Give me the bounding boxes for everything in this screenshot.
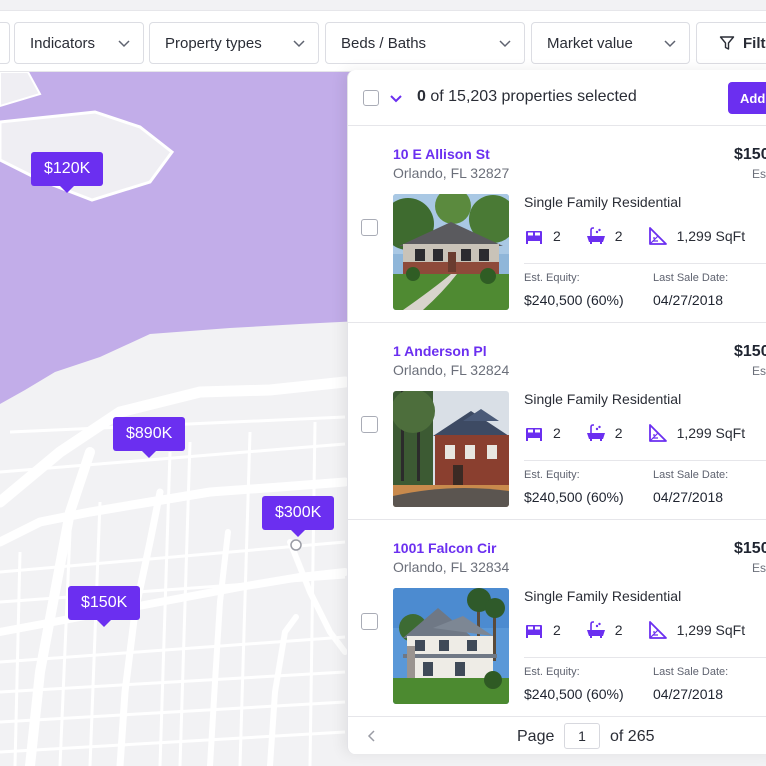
- selected-count: 0: [417, 88, 426, 105]
- filter-bar: Indicators Property types Beds / Baths M…: [0, 10, 766, 72]
- last-sale-value: 04/27/2018: [653, 292, 724, 308]
- listing-stats: 2 2 1,299 SqFt: [524, 423, 745, 443]
- beds-baths-label: Beds / Baths: [341, 34, 427, 52]
- filter-icon: [719, 36, 735, 50]
- listing-price: $150: [734, 343, 766, 360]
- indicators-dropdown[interactable]: Indicators: [14, 22, 144, 64]
- area-icon: [648, 424, 667, 442]
- map-marker-dot: [290, 539, 302, 551]
- card-divider: [524, 460, 766, 461]
- app-frame: $120K $890K $300K $150K Indicators Prope…: [0, 0, 766, 766]
- chevron-down-icon: [499, 40, 511, 48]
- listing-price: $150: [734, 146, 766, 163]
- chevron-down-icon: [118, 40, 130, 48]
- baths-count: 2: [614, 228, 623, 244]
- bath-icon: [586, 227, 605, 244]
- sqft-value: 1,299 SqFt: [676, 622, 746, 638]
- page-input[interactable]: 1: [564, 723, 600, 749]
- listing-city: Orlando, FL 32827: [393, 165, 510, 181]
- card-divider: [524, 263, 766, 264]
- listing-street[interactable]: 1 Anderson Pl: [393, 343, 487, 359]
- chevron-down-icon: [664, 40, 676, 48]
- baths-count: 2: [614, 425, 623, 441]
- equity-value: $240,500 (60%): [524, 292, 624, 308]
- listing-price-sub: Est: [752, 364, 766, 378]
- listing-city: Orlando, FL 32824: [393, 362, 510, 378]
- listing-checkbox[interactable]: [361, 219, 378, 236]
- bed-icon: [526, 428, 542, 441]
- listing-photo[interactable]: [393, 194, 509, 310]
- sqft-value: 1,299 SqFt: [676, 425, 746, 441]
- last-sale-value: 04/27/2018: [653, 686, 724, 702]
- bath-icon: [586, 424, 605, 441]
- listing-price-sub: Est: [752, 167, 766, 181]
- equity-value: $240,500 (60%): [524, 686, 624, 702]
- listing-price-sub: Est: [752, 561, 766, 575]
- selected-suffix: of 15,203 properties selected: [430, 88, 637, 105]
- filter-previous-partial[interactable]: [0, 22, 10, 64]
- listing-checkbox[interactable]: [361, 613, 378, 630]
- price-pin[interactable]: $890K: [113, 417, 186, 458]
- listing-card[interactable]: 10 E Allison St Orlando, FL 32827 $150 E…: [348, 126, 766, 323]
- equity-label: Est. Equity:: [524, 272, 580, 284]
- market-value-dropdown[interactable]: Market value: [531, 22, 690, 64]
- market-value-label: Market value: [547, 34, 633, 52]
- pagination: Page 1 of 265: [348, 716, 766, 754]
- selected-count-text: 0 of 15,203 properties selected: [417, 88, 637, 106]
- listing-property-type: Single Family Residential: [524, 391, 682, 407]
- listing-card[interactable]: 1 Anderson Pl Orlando, FL 32824 $150 Est: [348, 323, 766, 520]
- area-icon: [648, 621, 667, 639]
- last-sale-label: Last Sale Date:: [653, 666, 729, 678]
- indicators-label: Indicators: [30, 34, 96, 52]
- listing-photo[interactable]: [393, 588, 509, 704]
- price-pin[interactable]: $120K: [31, 152, 104, 193]
- card-divider: [524, 657, 766, 658]
- listing-stats: 2 2 1,299 SqFt: [524, 620, 745, 640]
- baths-count: 2: [614, 622, 623, 638]
- bed-icon: [526, 231, 542, 244]
- price-pin[interactable]: $300K: [262, 496, 335, 537]
- chevron-down-icon: [293, 40, 305, 48]
- listing-checkbox[interactable]: [361, 416, 378, 433]
- price-pin[interactable]: $150K: [68, 586, 141, 627]
- more-filters-label: Filte: [743, 34, 766, 52]
- listing-stats: 2 2 1,299 SqFt: [524, 226, 745, 246]
- results-panel: 0 of 15,203 properties selected Add t 10…: [347, 70, 766, 754]
- listing-photo[interactable]: [393, 391, 509, 507]
- last-sale-value: 04/27/2018: [653, 489, 724, 505]
- listing-street[interactable]: 10 E Allison St: [393, 146, 490, 162]
- property-types-dropdown[interactable]: Property types: [149, 22, 319, 64]
- listing-card[interactable]: 1001 Falcon Cir Orlando, FL 32834 $150 E…: [348, 520, 766, 717]
- last-sale-label: Last Sale Date:: [653, 469, 729, 481]
- bath-icon: [586, 621, 605, 638]
- beds-count: 2: [553, 622, 561, 638]
- beds-baths-dropdown[interactable]: Beds / Baths: [325, 22, 525, 64]
- add-to-list-button[interactable]: Add t: [728, 82, 766, 114]
- chevron-down-icon[interactable]: [389, 91, 403, 105]
- results-header: 0 of 15,203 properties selected Add t: [348, 70, 766, 126]
- bed-icon: [526, 625, 542, 638]
- listing-city: Orlando, FL 32834: [393, 559, 510, 575]
- select-all-checkbox[interactable]: [363, 90, 379, 106]
- area-icon: [648, 227, 667, 245]
- more-filters-button[interactable]: Filte: [696, 22, 766, 64]
- equity-label: Est. Equity:: [524, 666, 580, 678]
- page-total: of 265: [610, 728, 655, 745]
- page-label: Page: [517, 728, 555, 745]
- equity-value: $240,500 (60%): [524, 489, 624, 505]
- listing-property-type: Single Family Residential: [524, 588, 682, 604]
- listing-street[interactable]: 1001 Falcon Cir: [393, 540, 497, 556]
- last-sale-label: Last Sale Date:: [653, 272, 729, 284]
- beds-count: 2: [553, 228, 561, 244]
- listing-price: $150: [734, 540, 766, 557]
- chevron-left-icon[interactable]: [366, 729, 378, 743]
- sqft-value: 1,299 SqFt: [676, 228, 746, 244]
- listing-property-type: Single Family Residential: [524, 194, 682, 210]
- property-types-label: Property types: [165, 34, 262, 52]
- beds-count: 2: [553, 425, 561, 441]
- equity-label: Est. Equity:: [524, 469, 580, 481]
